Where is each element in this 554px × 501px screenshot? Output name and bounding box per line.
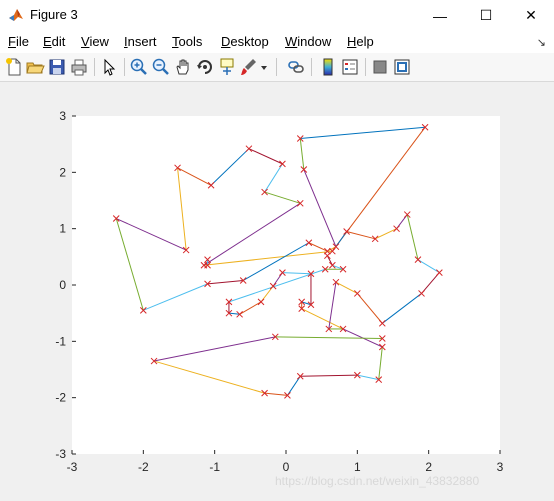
y-tick-label: -1	[55, 334, 66, 348]
x-tick-label: -2	[138, 460, 149, 474]
x-tick-label: -1	[209, 460, 220, 474]
y-tick-label: -3	[55, 447, 66, 461]
save-icon[interactable]	[47, 57, 67, 77]
minimize-button[interactable]: —	[417, 0, 463, 31]
close-button[interactable]: ✕	[508, 0, 554, 31]
toolbar-separator	[365, 58, 366, 76]
toolbar-separator	[94, 58, 95, 76]
maximize-button[interactable]: ☐	[463, 0, 509, 31]
pan-icon[interactable]	[173, 57, 193, 77]
toolbar-separator	[276, 58, 277, 76]
link-plot-icon[interactable]	[286, 57, 306, 77]
x-tick-label: 1	[354, 460, 361, 474]
menu-file-rest: ile	[15, 34, 29, 49]
menu-view[interactable]: View	[81, 34, 109, 49]
print-icon[interactable]	[69, 57, 89, 77]
y-tick-label: 1	[59, 222, 66, 236]
y-tick-label: -2	[55, 391, 66, 405]
maximize-icon: ☐	[479, 7, 493, 23]
brush-dropdown-icon[interactable]	[259, 57, 269, 77]
watermark: https://blog.csdn.net/weixin_43832880	[275, 474, 480, 488]
menu-tools-rest: ools	[178, 34, 203, 49]
pointer-icon[interactable]	[99, 57, 119, 77]
data-cursor-icon[interactable]	[217, 57, 237, 77]
legend-icon[interactable]	[340, 57, 360, 77]
matlab-logo-icon	[8, 7, 24, 23]
menu-insert[interactable]: Insert	[124, 34, 157, 49]
plot-canvas[interactable]: -3 -2 -1 0 1 2 3 -3 -2 -1 0 1 2 3	[0, 82, 554, 501]
y-tick-label: 0	[59, 278, 66, 292]
x-tick-label: 2	[425, 460, 432, 474]
brush-icon[interactable]	[239, 57, 259, 77]
menu-desktop-rest: esktop	[230, 34, 269, 49]
toolbar-separator	[124, 58, 125, 76]
menu-edit-rest: dit	[51, 34, 66, 49]
minimize-icon: —	[433, 7, 447, 24]
zoom-in-icon[interactable]	[129, 57, 149, 77]
dock-arrow-icon[interactable]: ↘	[537, 36, 546, 49]
show-plot-tools-icon[interactable]	[392, 57, 412, 77]
menu-tools[interactable]: Tools	[172, 34, 202, 49]
menu-bar: File Edit View Insert Tools Desktop Wind…	[0, 31, 554, 53]
menu-window[interactable]: Window	[285, 34, 331, 49]
x-tick-label: 3	[497, 460, 504, 474]
colorbar-icon[interactable]	[318, 57, 338, 77]
new-figure-icon[interactable]	[4, 57, 24, 77]
y-tick-label: 2	[59, 165, 66, 179]
toolbar	[0, 53, 554, 82]
rotate-3d-icon[interactable]	[195, 57, 215, 77]
close-icon: ✕	[525, 7, 537, 23]
x-tick-label: 0	[283, 460, 290, 474]
menu-file[interactable]: File	[8, 34, 29, 49]
zoom-out-icon[interactable]	[151, 57, 171, 77]
menu-help-rest: elp	[356, 34, 374, 49]
title-bar: Figure 3 — ☐ ✕	[0, 0, 554, 31]
menu-window-rest: indow	[297, 34, 332, 49]
x-tick-label: -3	[67, 460, 78, 474]
figure-area: -3 -2 -1 0 1 2 3 -3 -2 -1 0 1 2 3	[0, 82, 554, 501]
menu-view-rest: iew	[89, 34, 109, 49]
open-file-icon[interactable]	[25, 57, 45, 77]
menu-help[interactable]: Help	[347, 34, 374, 49]
toolbar-separator	[311, 58, 312, 76]
menu-edit[interactable]: Edit	[43, 34, 65, 49]
window-title: Figure 3	[30, 7, 78, 22]
menu-desktop[interactable]: Desktop	[221, 34, 269, 49]
y-tick-label: 3	[59, 109, 66, 123]
hide-plot-tools-icon[interactable]	[370, 57, 390, 77]
menu-insert-rest: nsert	[127, 34, 157, 49]
